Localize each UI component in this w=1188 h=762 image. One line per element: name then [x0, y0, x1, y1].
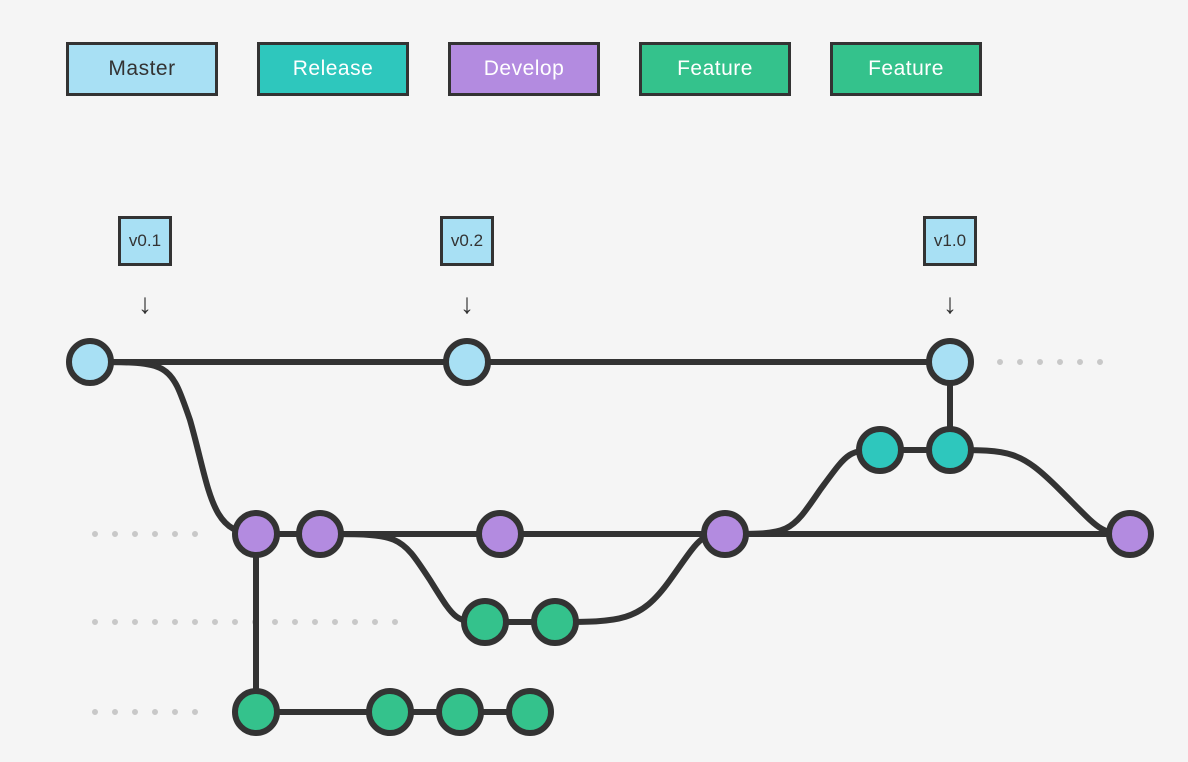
- branch-graph: [0, 0, 1188, 762]
- commit-master: [446, 341, 488, 383]
- commit-feature: [534, 601, 576, 643]
- commit-develop: [1109, 513, 1151, 555]
- commit-feature: [369, 691, 411, 733]
- commit-feature: [439, 691, 481, 733]
- commit-develop: [299, 513, 341, 555]
- commit-master: [929, 341, 971, 383]
- commit-develop: [704, 513, 746, 555]
- commit-release: [929, 429, 971, 471]
- commit-develop: [479, 513, 521, 555]
- commit-develop: [235, 513, 277, 555]
- gitflow-diagram: Master Release Develop Feature Feature v…: [0, 0, 1188, 762]
- commit-master: [69, 341, 111, 383]
- commit-feature: [464, 601, 506, 643]
- commit-feature: [235, 691, 277, 733]
- commit-feature: [509, 691, 551, 733]
- commit-release: [859, 429, 901, 471]
